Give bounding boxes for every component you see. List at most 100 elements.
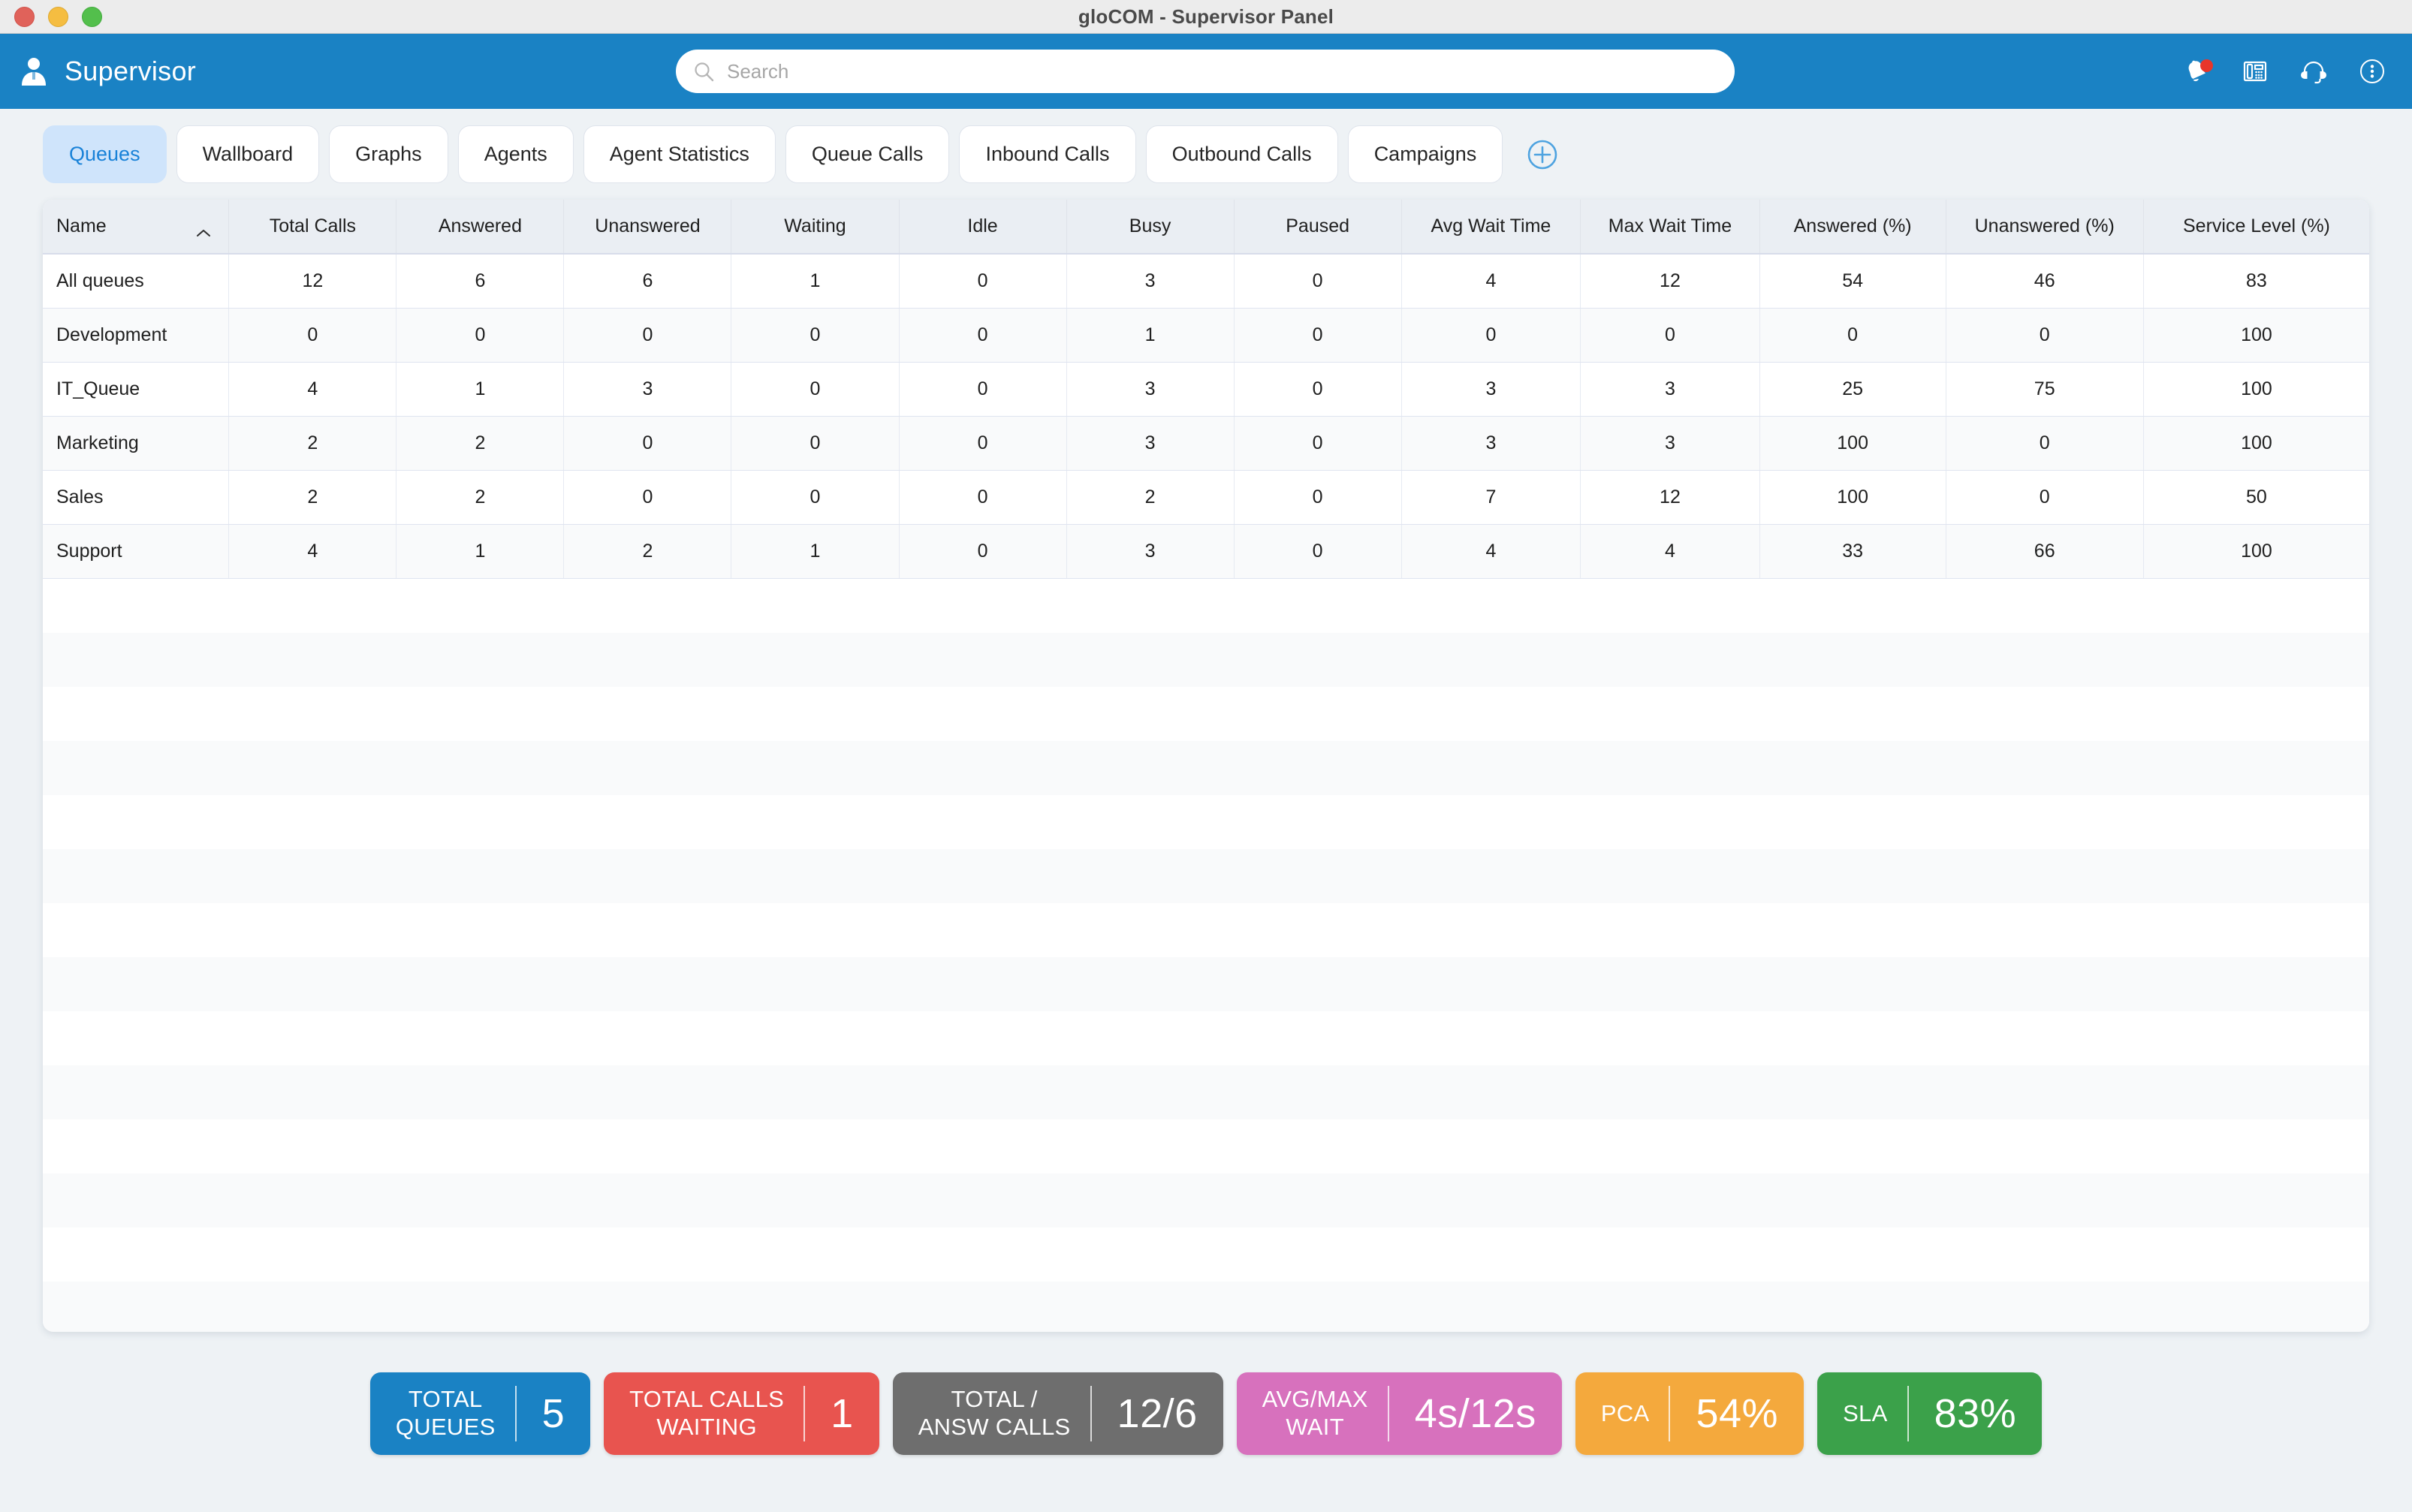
cell-max-wait-time: 3 xyxy=(1580,362,1760,417)
column-header-answered-pct[interactable]: Answered (%) xyxy=(1759,200,1946,255)
notification-badge xyxy=(2200,59,2213,72)
search-input[interactable] xyxy=(727,50,1718,93)
desk-phone-icon[interactable] xyxy=(2239,56,2271,87)
table-row[interactable]: IT_Queue 4 1 3 0 0 3 0 3 3 25 75 100 xyxy=(43,362,2369,417)
column-header-busy[interactable]: Busy xyxy=(1066,200,1235,255)
column-header-unanswered[interactable]: Unanswered xyxy=(563,200,732,255)
column-header-max-wait-time[interactable]: Max Wait Time xyxy=(1580,200,1760,255)
empty-row xyxy=(43,687,2369,741)
tab-agents[interactable]: Agents xyxy=(457,125,574,183)
cell-unanswered-pct: 0 xyxy=(1946,308,2144,363)
tab-label: Agent Statistics xyxy=(609,143,749,165)
table-empty-area xyxy=(43,579,2369,1332)
empty-row xyxy=(43,1281,2369,1332)
column-header-label: Paused xyxy=(1286,215,1350,236)
cell-unanswered: 6 xyxy=(563,254,732,309)
more-options-icon[interactable] xyxy=(2356,56,2388,87)
column-header-label: Waiting xyxy=(784,215,846,236)
status-badge-value: 12/6 xyxy=(1117,1391,1198,1436)
empty-row xyxy=(43,579,2369,633)
search-bar[interactable] xyxy=(676,50,1735,93)
status-badge-bar: TOTAL QUEUES 5 TOTAL CALLS WAITING 1 TOT… xyxy=(0,1332,2412,1455)
cell-idle: 0 xyxy=(899,470,1067,525)
cell-paused: 0 xyxy=(1234,308,1402,363)
empty-row xyxy=(43,1011,2369,1065)
column-header-label: Avg Wait Time xyxy=(1431,215,1551,236)
column-header-name[interactable]: Name xyxy=(43,200,230,255)
cell-avg-wait-time: 7 xyxy=(1401,470,1581,525)
column-header-total-calls[interactable]: Total Calls xyxy=(228,200,397,255)
cell-busy: 1 xyxy=(1066,308,1235,363)
add-circle-icon[interactable] xyxy=(1524,137,1560,173)
cell-queue-name: All queues xyxy=(43,254,230,309)
cell-answered-pct: 100 xyxy=(1759,416,1946,471)
cell-answered: 0 xyxy=(396,308,565,363)
cell-busy: 3 xyxy=(1066,254,1235,309)
column-header-service-level[interactable]: Service Level (%) xyxy=(2143,200,2369,255)
tab-agent-statistics[interactable]: Agent Statistics xyxy=(583,125,776,183)
cell-answered: 1 xyxy=(396,362,565,417)
table-row[interactable]: Development 0 0 0 0 0 1 0 0 0 0 0 100 xyxy=(43,308,2369,363)
cell-unanswered: 3 xyxy=(563,362,732,417)
cell-answered: 2 xyxy=(396,470,565,525)
cell-queue-name: Development xyxy=(43,308,230,363)
cell-service-level: 100 xyxy=(2143,362,2369,417)
notification-bell-icon[interactable] xyxy=(2181,56,2213,87)
empty-row xyxy=(43,903,2369,957)
table-row[interactable]: Marketing 2 2 0 0 0 3 0 3 3 100 0 100 xyxy=(43,416,2369,471)
status-badge-total-queues: TOTAL QUEUES 5 xyxy=(369,1372,591,1455)
column-header-label: Unanswered xyxy=(595,215,701,236)
column-header-unanswered-pct[interactable]: Unanswered (%) xyxy=(1946,200,2144,255)
table-row[interactable]: Sales 2 2 0 0 0 2 0 7 12 100 0 50 xyxy=(43,470,2369,525)
status-badge-sla: SLA 83% xyxy=(1817,1372,2043,1455)
cell-max-wait-time: 12 xyxy=(1580,470,1760,525)
cell-answered-pct: 25 xyxy=(1759,362,1946,417)
cell-total-calls: 2 xyxy=(228,470,397,525)
empty-row xyxy=(43,632,2369,687)
status-badge-label: TOTAL QUEUES xyxy=(395,1386,496,1440)
cell-idle: 0 xyxy=(899,308,1067,363)
sort-ascending-icon xyxy=(195,221,212,236)
cell-answered: 2 xyxy=(396,416,565,471)
cell-service-level: 100 xyxy=(2143,416,2369,471)
window-title-bar: gloCOM - Supervisor Panel xyxy=(0,0,2412,34)
column-header-label: Idle xyxy=(967,215,998,236)
tab-bar: Queues Wallboard Graphs Agents Agent Sta… xyxy=(0,109,2412,200)
cell-answered-pct: 100 xyxy=(1759,470,1946,525)
empty-row xyxy=(43,1227,2369,1282)
cell-answered-pct: 33 xyxy=(1759,524,1946,579)
tab-campaigns[interactable]: Campaigns xyxy=(1347,125,1503,183)
tab-outbound-calls[interactable]: Outbound Calls xyxy=(1145,125,1338,183)
column-header-waiting[interactable]: Waiting xyxy=(731,200,900,255)
column-header-answered[interactable]: Answered xyxy=(396,200,565,255)
tab-label: Campaigns xyxy=(1373,143,1477,165)
tab-queue-calls[interactable]: Queue Calls xyxy=(785,125,950,183)
app-brand: Supervisor xyxy=(18,56,196,87)
header-icon-group xyxy=(2181,56,2388,87)
status-badge-label: SLA xyxy=(1843,1399,1888,1426)
empty-row xyxy=(43,1173,2369,1227)
tab-queues[interactable]: Queues xyxy=(43,125,167,183)
column-header-idle[interactable]: Idle xyxy=(899,200,1067,255)
cell-idle: 0 xyxy=(899,416,1067,471)
column-header-avg-wait-time[interactable]: Avg Wait Time xyxy=(1401,200,1581,255)
cell-max-wait-time: 0 xyxy=(1580,308,1760,363)
tab-inbound-calls[interactable]: Inbound Calls xyxy=(959,125,1136,183)
table-row[interactable]: All queues 12 6 6 1 0 3 0 4 12 54 46 83 xyxy=(43,254,2369,309)
table-row[interactable]: Support 4 1 2 1 0 3 0 4 4 33 66 100 xyxy=(43,524,2369,579)
column-header-paused[interactable]: Paused xyxy=(1234,200,1402,255)
headset-icon[interactable] xyxy=(2298,56,2329,87)
cell-unanswered: 0 xyxy=(563,308,732,363)
status-badge-pca: PCA 54% xyxy=(1575,1372,1804,1455)
cell-avg-wait-time: 4 xyxy=(1401,254,1581,309)
cell-answered-pct: 54 xyxy=(1759,254,1946,309)
cell-busy: 2 xyxy=(1066,470,1235,525)
column-header-label: Answered (%) xyxy=(1793,215,1912,236)
cell-paused: 0 xyxy=(1234,470,1402,525)
status-badge-label: AVG/MAX WAIT xyxy=(1262,1386,1368,1440)
cell-answered-pct: 0 xyxy=(1759,308,1946,363)
tab-wallboard[interactable]: Wallboard xyxy=(176,125,320,183)
cell-idle: 0 xyxy=(899,524,1067,579)
tab-graphs[interactable]: Graphs xyxy=(329,125,448,183)
column-header-label: Max Wait Time xyxy=(1608,215,1732,236)
